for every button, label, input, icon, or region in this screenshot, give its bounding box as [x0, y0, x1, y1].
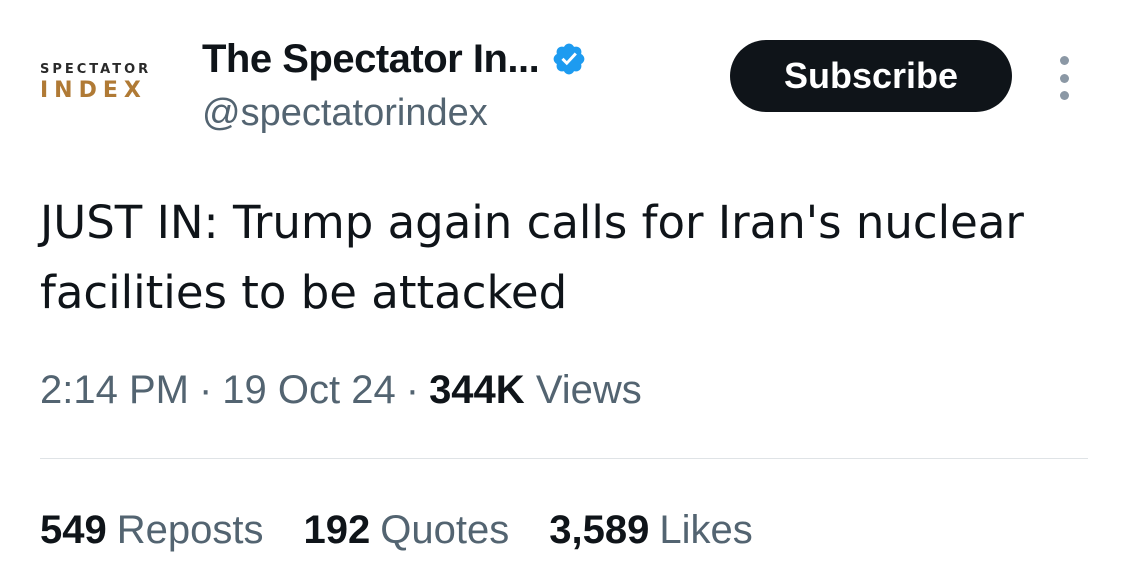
likes-count: 3,589	[549, 508, 650, 552]
engagement-stats: 549 Reposts 192 Quotes 3,589 Likes	[40, 508, 793, 553]
views-label: Views	[535, 368, 642, 412]
account-handle[interactable]: @spectatorindex	[202, 92, 488, 135]
tweet-card: SPECTATOR INDEX The Spectator In... @spe…	[0, 0, 1125, 583]
likes-label: Likes	[659, 508, 753, 552]
likes-stat[interactable]: 3,589 Likes	[549, 508, 753, 553]
views-count: 344K	[429, 368, 525, 412]
more-dot	[1059, 56, 1069, 65]
tweet-text: JUST IN: Trump again calls for Iran's nu…	[40, 196, 1024, 319]
logo-text-top: SPECTATOR	[40, 62, 152, 77]
tweet-date[interactable]: 19 Oct 24	[222, 368, 395, 412]
divider	[40, 458, 1088, 459]
reposts-count: 549	[40, 508, 107, 552]
quotes-stat[interactable]: 192 Quotes	[304, 508, 510, 553]
display-name[interactable]: The Spectator In...	[202, 37, 540, 82]
meta-separator: ·	[198, 368, 213, 412]
more-vertical-icon[interactable]	[1052, 56, 1076, 100]
subscribe-button[interactable]: Subscribe	[730, 40, 1012, 112]
meta-separator: ·	[405, 368, 420, 412]
account-avatar-logo[interactable]: SPECTATOR INDEX	[40, 62, 170, 104]
tweet-meta: 2:14 PM · 19 Oct 24 · 344K Views	[40, 368, 642, 413]
tweet-time[interactable]: 2:14 PM	[40, 368, 189, 412]
reposts-label: Reposts	[116, 508, 264, 552]
more-dot	[1059, 91, 1069, 100]
verified-badge-icon	[551, 41, 587, 77]
quotes-count: 192	[303, 508, 371, 552]
more-dot	[1059, 73, 1069, 83]
logo-text-bottom: INDEX	[40, 78, 147, 103]
account-name-row: The Spectator In...	[202, 34, 587, 84]
reposts-stat[interactable]: 549 Reposts	[40, 508, 264, 553]
quotes-label: Quotes	[380, 508, 510, 552]
